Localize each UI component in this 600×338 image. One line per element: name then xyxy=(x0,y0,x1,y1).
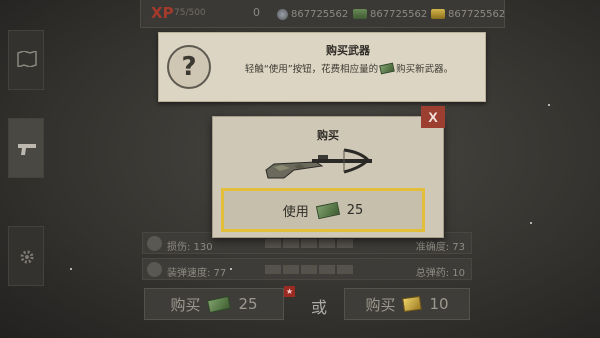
buy-cash-cost: 25 xyxy=(238,295,258,313)
tooltip-body: 轻触“使用”按钮，花费相应量的 购买新武器。 xyxy=(219,61,479,75)
dust-particle xyxy=(230,268,232,270)
gold-value: 867725562 xyxy=(448,8,506,20)
cash-icon xyxy=(207,295,232,313)
crossbow-weapon-image xyxy=(265,148,372,179)
use-cost: 25 xyxy=(346,202,364,218)
tooltip-body-text-end: 购买新武器。 xyxy=(396,64,454,75)
dust-particle xyxy=(548,104,550,106)
reload-icon xyxy=(147,262,162,277)
xp-label: XP xyxy=(151,4,174,22)
gold-icon xyxy=(431,9,445,19)
damage-bars xyxy=(265,239,353,248)
silver-value: 867725562 xyxy=(291,8,349,20)
xp-progress: 75/500 xyxy=(174,8,206,18)
coin-icon xyxy=(277,8,288,20)
tooltip-body-text: 轻触“使用”按钮，花费相应量的 xyxy=(244,64,379,75)
close-button[interactable]: X xyxy=(421,106,445,128)
dust-particle xyxy=(70,268,72,270)
cash-icon xyxy=(379,62,395,74)
reload-label: 装弹速度: 77 xyxy=(167,268,227,279)
sidebar xyxy=(0,30,52,330)
skull-icon xyxy=(147,236,162,251)
sidebar-item-weapons[interactable] xyxy=(8,118,44,178)
sidebar-item-settings[interactable] xyxy=(8,226,44,286)
gold-counter: 867725562 xyxy=(431,6,505,22)
cash-counter: 867725562 xyxy=(353,6,427,22)
damage-label: 损伤: 130 xyxy=(167,242,213,253)
pistol-icon xyxy=(18,144,36,155)
use-button[interactable]: 使用 25 xyxy=(221,188,425,232)
tooltip-title: 购买武器 xyxy=(326,44,370,57)
sidebar-item-map[interactable] xyxy=(8,30,44,90)
map-icon xyxy=(17,51,37,67)
gear-icon xyxy=(20,250,34,264)
use-label: 使用 xyxy=(282,204,309,220)
cash-value: 867725562 xyxy=(370,8,428,20)
reload-bars xyxy=(265,265,353,274)
gold-icon xyxy=(402,295,423,313)
buy-cash-label: 购买 xyxy=(170,295,201,314)
ammo-label: 总弹药: 10 xyxy=(415,268,465,279)
cash-icon xyxy=(315,201,340,219)
xp-level: 0 xyxy=(253,6,260,19)
silver-counter: 867725562 xyxy=(277,6,348,22)
help-icon: ? xyxy=(167,45,211,89)
buy-with-gold-button[interactable]: 购买 10 xyxy=(344,288,470,320)
dust-particle xyxy=(530,222,532,224)
stat-row-reload: 装弹速度: 77 总弹药: 10 xyxy=(142,258,472,280)
cash-icon xyxy=(353,9,367,19)
resource-bar: XP 75/500 0 867725562 867725562 86772556… xyxy=(140,0,505,28)
tooltip-banner: ? 购买武器 轻触“使用”按钮，花费相应量的 购买新武器。 xyxy=(158,32,486,102)
buy-gold-label: 购买 xyxy=(365,295,396,314)
star-badge: ★ xyxy=(284,286,295,297)
or-label: 或 xyxy=(311,298,328,317)
accuracy-label: 准确度: 73 xyxy=(415,242,465,253)
buy-gold-cost: 10 xyxy=(429,295,449,313)
buy-with-cash-button[interactable]: 购买 25 xyxy=(144,288,284,320)
